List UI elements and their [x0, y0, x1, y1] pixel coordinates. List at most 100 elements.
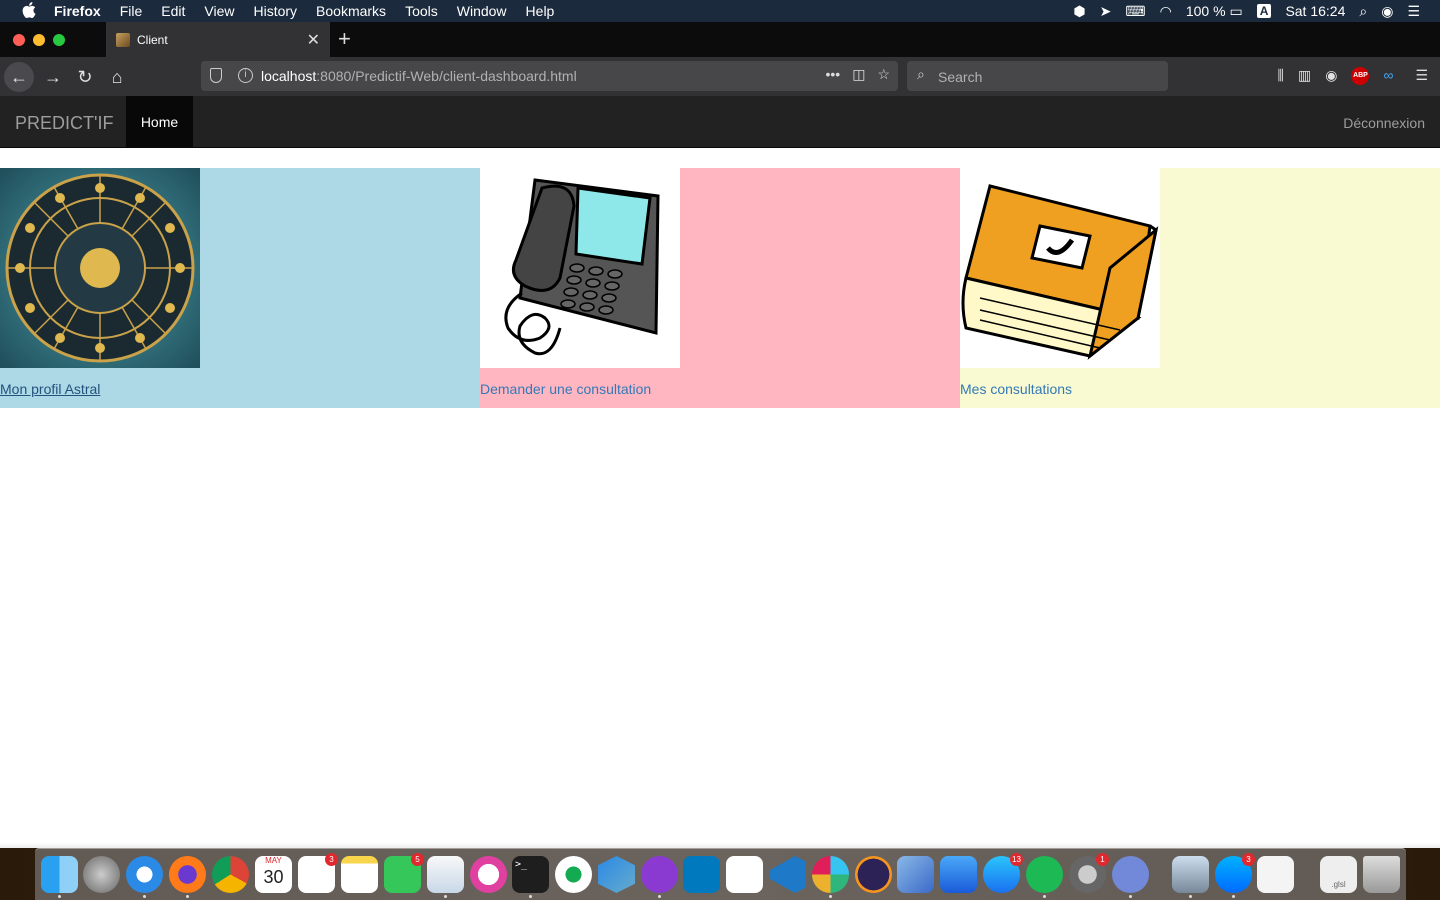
notes-icon[interactable]: [341, 856, 378, 893]
request-consultation-link[interactable]: Demander une consultation: [480, 381, 651, 397]
my-consultations-link[interactable]: Mes consultations: [960, 381, 1072, 397]
siri-icon[interactable]: ◉: [1381, 3, 1393, 20]
terminal-icon[interactable]: >_: [512, 856, 549, 898]
adblock-plus-icon[interactable]: ABP: [1351, 67, 1370, 85]
menubar-status-area: ⬢ ➤ ⌨ ◠ 100 % ▭ A Sat 16:24 ⌕ ◉ ☰: [1073, 0, 1440, 22]
menu-history[interactable]: History: [253, 3, 297, 19]
tab-close-icon[interactable]: ✕: [307, 30, 320, 50]
clock[interactable]: Sat 16:24: [1285, 3, 1345, 19]
finder-icon[interactable]: [41, 856, 78, 898]
browser-toolbar: ← → ↻ ⌂ i localhost:8080/Predictif-Web/c…: [0, 57, 1440, 96]
reminders-icon[interactable]: 3: [298, 853, 338, 893]
minimize-window-button[interactable]: [33, 34, 45, 46]
extension-icon[interactable]: ∞: [1383, 67, 1393, 85]
zoom-window-button[interactable]: [53, 34, 65, 46]
dropbox-icon[interactable]: ⬢: [1073, 3, 1085, 20]
tab-title: Client: [137, 33, 168, 47]
search-icon: ⌕: [917, 66, 925, 82]
glsl-file-icon[interactable]: .glsl: [1320, 856, 1357, 893]
menu-help[interactable]: Help: [526, 3, 555, 19]
eclipse-icon[interactable]: [855, 856, 892, 893]
search-bar[interactable]: ⌕ Search: [907, 61, 1168, 91]
sidebar-icon[interactable]: ▥: [1298, 67, 1311, 85]
apple-menu-icon[interactable]: [20, 1, 38, 21]
menu-tools[interactable]: Tools: [405, 3, 438, 19]
home-button[interactable]: ⌂: [102, 62, 132, 92]
reload-button[interactable]: ↻: [70, 62, 100, 92]
slack-icon[interactable]: [812, 856, 849, 898]
site-info-icon[interactable]: i: [238, 68, 253, 83]
running-indicator: [186, 895, 189, 898]
browser-tab-active[interactable]: Client ✕: [106, 22, 330, 57]
spotlight-icon[interactable]: ⌕: [1359, 3, 1367, 20]
url-bar[interactable]: i localhost:8080/Predictif-Web/client-da…: [201, 61, 898, 91]
keyboard-icon[interactable]: ⌨: [1125, 3, 1145, 20]
preview-icon[interactable]: [427, 856, 464, 898]
calendar-day: 30: [263, 867, 284, 887]
messenger-icon[interactable]: 3: [1215, 853, 1255, 898]
github-desktop-icon[interactable]: [641, 856, 678, 898]
vscode-icon[interactable]: [769, 856, 806, 893]
close-window-button[interactable]: [13, 34, 25, 46]
app-store-icon[interactable]: 13: [983, 853, 1023, 893]
running-indicator: [1129, 895, 1132, 898]
spotify-icon[interactable]: [1026, 856, 1063, 898]
pocket-icon[interactable]: ◫: [852, 66, 865, 83]
launchpad-icon[interactable]: [83, 856, 120, 893]
forward-button[interactable]: →: [38, 62, 68, 92]
trello-icon[interactable]: [683, 856, 720, 893]
battery-percent[interactable]: 100 %: [1186, 3, 1226, 19]
running-indicator: [658, 895, 661, 898]
notification-center-icon[interactable]: ☰: [1407, 3, 1420, 20]
site-brand[interactable]: PREDICT'IF: [15, 113, 113, 134]
tracking-protection-icon[interactable]: [210, 68, 222, 83]
book-image: [960, 168, 1160, 368]
macos-dock: MAY 30 3 5 >_ 13 1 3 .glsl: [35, 848, 1406, 900]
menu-edit[interactable]: Edit: [161, 3, 185, 19]
telephone-image: [480, 168, 680, 368]
bookmark-star-icon[interactable]: ☆: [877, 66, 890, 83]
menu-window[interactable]: Window: [457, 3, 507, 19]
nav-home-link[interactable]: Home: [126, 96, 193, 148]
input-source-indicator[interactable]: A: [1256, 4, 1272, 18]
script-editor-icon[interactable]: [897, 856, 934, 893]
menu-app-name[interactable]: Firefox: [54, 3, 101, 19]
astral-profile-link[interactable]: Mon profil Astral: [0, 381, 100, 397]
discord-icon[interactable]: [1112, 856, 1149, 898]
system-preferences-icon[interactable]: 1: [1069, 853, 1109, 893]
mongodb-compass-icon[interactable]: [555, 856, 592, 893]
battery-icon[interactable]: ▭: [1230, 3, 1243, 20]
page-actions-icon[interactable]: •••: [825, 66, 840, 83]
calendar-icon[interactable]: MAY 30: [255, 856, 292, 893]
trash-icon[interactable]: [1363, 856, 1400, 893]
unity-icon[interactable]: [726, 856, 763, 893]
account-icon[interactable]: ◉: [1325, 67, 1337, 85]
location-icon[interactable]: ➤: [1100, 3, 1112, 20]
facetime-badge: 5: [411, 853, 424, 866]
tile-request-consultation: Demander une consultation: [480, 168, 960, 408]
firefox-icon[interactable]: [169, 856, 206, 898]
xcode-icon[interactable]: [940, 856, 977, 893]
menu-bookmarks[interactable]: Bookmarks: [316, 3, 386, 19]
macos-menubar: Firefox File Edit View History Bookmarks…: [0, 0, 1440, 22]
netbeans-icon[interactable]: [598, 856, 635, 893]
app-menu-icon[interactable]: ☰: [1415, 67, 1428, 85]
url-text[interactable]: localhost:8080/Predictif-Web/client-dash…: [261, 68, 577, 84]
safari-icon[interactable]: [126, 856, 163, 898]
menu-view[interactable]: View: [204, 3, 234, 19]
textedit-icon[interactable]: [1257, 856, 1294, 893]
itunes-icon[interactable]: [470, 856, 507, 893]
running-indicator: [1043, 895, 1046, 898]
logout-link[interactable]: Déconnexion: [1343, 115, 1425, 131]
chrome-icon[interactable]: [212, 856, 249, 893]
image-capture-icon[interactable]: [1172, 856, 1209, 898]
library-icon[interactable]: ⫼: [1278, 67, 1284, 85]
menu-file[interactable]: File: [120, 3, 143, 19]
facetime-icon[interactable]: 5: [384, 853, 424, 893]
wifi-icon[interactable]: ◠: [1160, 3, 1172, 20]
new-tab-icon[interactable]: +: [338, 26, 351, 52]
running-indicator: [829, 895, 832, 898]
appstore-badge: 13: [1010, 853, 1023, 866]
calendar-month: MAY: [265, 856, 282, 865]
back-button[interactable]: ←: [4, 62, 34, 92]
